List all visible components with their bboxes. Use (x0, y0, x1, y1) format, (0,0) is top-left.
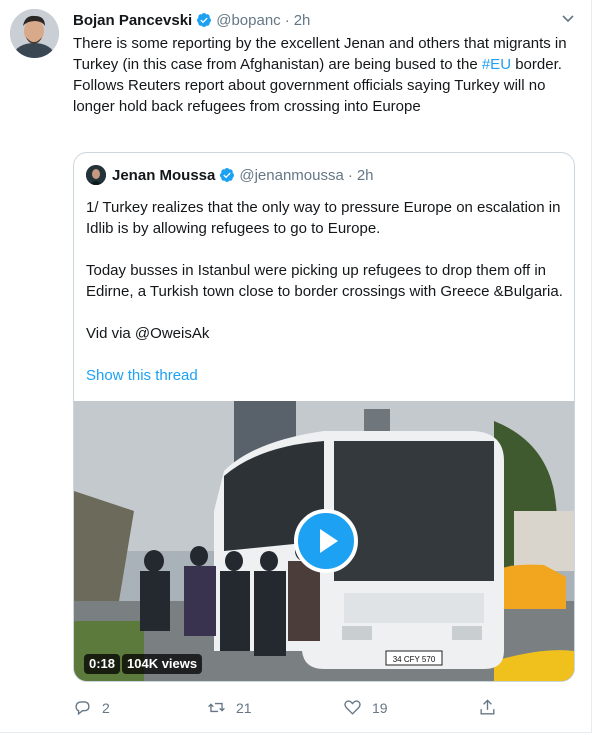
reply-icon (75, 701, 90, 716)
like-count: 19 (372, 699, 388, 716)
tweet-timestamp[interactable]: 2h (294, 12, 311, 29)
author-name[interactable]: Bojan Pancevski (73, 12, 192, 29)
author-handle[interactable]: @bopanc (216, 12, 280, 29)
quoted-paragraph: Today busses in Istanbul were picking up… (86, 262, 563, 300)
author-avatar[interactable] (10, 9, 59, 58)
show-thread-link[interactable]: Show this thread (86, 367, 198, 384)
quoted-tweet-header: Jenan Moussa @jenanmoussa · 2h (86, 165, 374, 185)
video-views: 104K views (122, 654, 203, 674)
quoted-tweet-timestamp[interactable]: 2h (357, 167, 374, 184)
tweet-text: There is some reporting by the excellent… (73, 33, 573, 117)
tweet-actions: 2 21 19 (73, 698, 503, 722)
reply-button[interactable]: 2 (73, 698, 110, 717)
verified-badge-icon (196, 12, 212, 28)
bus-license-plate: 34 CFY 570 (393, 655, 436, 664)
tweet-header: Bojan Pancevski @bopanc · 2h (73, 10, 310, 30)
quoted-paragraph: Vid via @OweisAk (86, 325, 210, 342)
separator-dot: · (347, 166, 353, 184)
quoted-tweet-text: 1/ Turkey realizes that the only way to … (86, 197, 566, 365)
retweet-count: 21 (236, 699, 252, 716)
quoted-tweet[interactable]: Jenan Moussa @jenanmoussa · 2h 1/ Turkey… (73, 152, 575, 682)
chevron-down-icon[interactable] (560, 10, 576, 26)
verified-badge-icon (219, 167, 235, 183)
separator-dot: · (284, 11, 290, 29)
reply-count: 2 (102, 699, 110, 716)
like-button[interactable]: 19 (343, 698, 388, 717)
share-button[interactable] (478, 698, 507, 717)
retweet-button[interactable]: 21 (207, 698, 252, 717)
hashtag-link[interactable]: #EU (482, 56, 511, 73)
video-duration: 0:18 (84, 654, 121, 674)
play-icon[interactable] (294, 509, 358, 573)
quoted-author-name[interactable]: Jenan Moussa (112, 167, 215, 184)
quoted-author-handle[interactable]: @jenanmoussa (239, 167, 343, 184)
quoted-paragraph: 1/ Turkey realizes that the only way to … (86, 199, 561, 237)
share-icon (480, 699, 495, 715)
retweet-icon (208, 702, 225, 713)
heart-icon (344, 700, 361, 715)
video-player[interactable]: 34 CFY 570 0:18 104K views (74, 401, 574, 681)
tweet-card[interactable]: Bojan Pancevski @bopanc · 2h There is so… (0, 0, 592, 733)
quoted-author-avatar[interactable] (86, 165, 106, 185)
